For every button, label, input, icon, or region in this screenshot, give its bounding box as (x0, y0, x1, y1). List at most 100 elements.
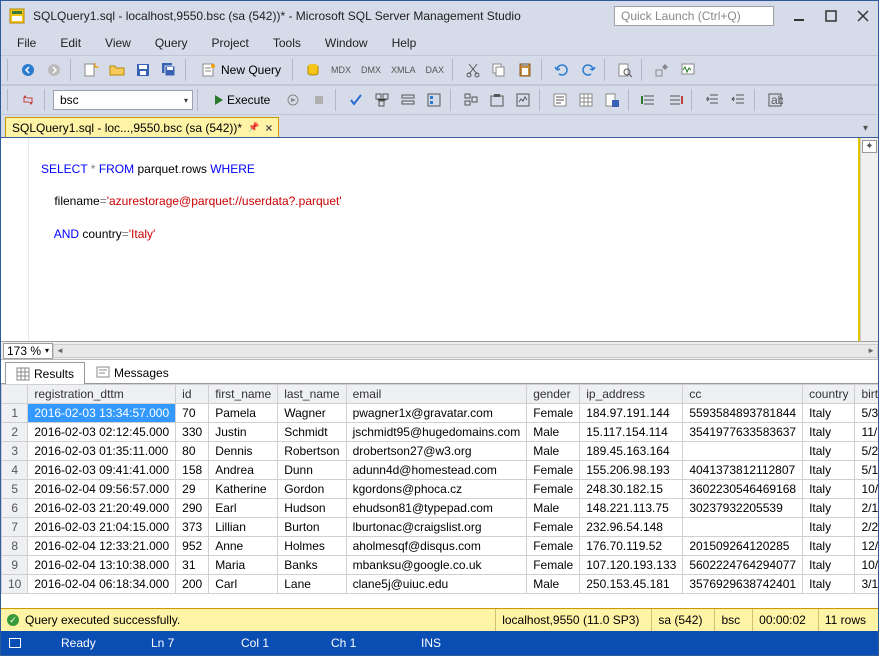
include-client-stats-button[interactable] (511, 89, 535, 111)
grid-cell[interactable]: 10/1 (855, 480, 878, 499)
results-to-grid-button[interactable] (574, 89, 598, 111)
grid-cell[interactable]: 29 (176, 480, 209, 499)
grid-cell[interactable]: Female (527, 556, 580, 575)
col-header[interactable]: cc (683, 385, 803, 404)
table-row[interactable]: 102016-02-04 06:18:34.000200CarlLaneclan… (2, 575, 879, 594)
grid-cell[interactable]: 250.153.45.181 (580, 575, 683, 594)
grid-cell[interactable]: Carl (209, 575, 278, 594)
grid-cell[interactable]: 2016-02-04 09:56:57.000 (28, 480, 176, 499)
col-header[interactable]: birthd (855, 385, 878, 404)
table-row[interactable]: 12016-02-03 13:34:57.00070PamelaWagnerpw… (2, 404, 879, 423)
grid-cell[interactable]: Gordon (278, 480, 346, 499)
debug-button[interactable] (281, 89, 305, 111)
parse-button[interactable] (344, 89, 368, 111)
grid-cell[interactable]: 2016-02-03 21:20:49.000 (28, 499, 176, 518)
messages-tab[interactable]: Messages (85, 361, 180, 383)
grid-cell[interactable]: Female (527, 404, 580, 423)
grid-cell[interactable]: 2/24 (855, 518, 878, 537)
outdent-button[interactable] (726, 89, 750, 111)
grid-cell[interactable]: ehudson81@typepad.com (346, 499, 527, 518)
grid-cell[interactable]: 80 (176, 442, 209, 461)
grid-cell[interactable]: Andrea (209, 461, 278, 480)
grid-cell[interactable]: 3602230546469168 (683, 480, 803, 499)
grid-cell[interactable]: Female (527, 518, 580, 537)
new-item-button[interactable] (79, 59, 103, 81)
grid-cell[interactable]: Hudson (278, 499, 346, 518)
grid-cell[interactable]: 11/1 (855, 423, 878, 442)
copy-button[interactable] (487, 59, 511, 81)
activity-monitor-button[interactable] (676, 59, 700, 81)
grid-cell[interactable]: 176.70.119.52 (580, 537, 683, 556)
row-header[interactable]: 1 (2, 404, 28, 423)
grid-cell[interactable]: 2016-02-04 13:10:38.000 (28, 556, 176, 575)
grid-cell[interactable]: clane5j@uiuc.edu (346, 575, 527, 594)
table-row[interactable]: 42016-02-03 09:41:41.000158AndreaDunnadu… (2, 461, 879, 480)
grid-cell[interactable]: 248.30.182.15 (580, 480, 683, 499)
database-combo[interactable]: bsc▾ (53, 90, 193, 110)
results-grid[interactable]: registration_dttmidfirst_namelast_nameem… (1, 384, 878, 594)
menu-query[interactable]: Query (145, 33, 198, 53)
back-button[interactable] (16, 59, 40, 81)
col-header[interactable]: email (346, 385, 527, 404)
grid-cell[interactable]: 2016-02-03 01:35:11.000 (28, 442, 176, 461)
tab-close-button[interactable]: × (265, 121, 272, 135)
maximize-button[interactable] (824, 9, 838, 23)
results-to-file-button[interactable] (600, 89, 624, 111)
col-header[interactable]: registration_dttm (28, 385, 176, 404)
pin-icon[interactable]: 📌 (248, 122, 259, 133)
results-grid-wrap[interactable]: registration_dttmidfirst_namelast_nameem… (1, 384, 878, 608)
grid-cell[interactable]: Lillian (209, 518, 278, 537)
table-row[interactable]: 22016-02-03 02:12:45.000330JustinSchmidt… (2, 423, 879, 442)
new-query-button[interactable]: New Query (194, 59, 288, 81)
grid-cell[interactable]: Justin (209, 423, 278, 442)
results-tab[interactable]: Results (5, 362, 85, 384)
mdx-query-button[interactable]: MDX (327, 59, 355, 81)
document-tab[interactable]: SQLQuery1.sql - loc...,9550.bsc (sa (542… (5, 117, 279, 137)
grid-cell[interactable]: Italy (803, 480, 855, 499)
col-header[interactable]: country (803, 385, 855, 404)
grid-cell[interactable]: mbanksu@google.co.uk (346, 556, 527, 575)
execute-button[interactable]: Execute (206, 89, 279, 111)
grid-cell[interactable]: Anne (209, 537, 278, 556)
grid-cell[interactable]: 2016-02-03 13:34:57.000 (28, 404, 176, 423)
grid-cell[interactable]: Female (527, 480, 580, 499)
grid-cell[interactable]: Male (527, 499, 580, 518)
grid-cell[interactable]: Pamela (209, 404, 278, 423)
indent-button[interactable] (700, 89, 724, 111)
grid-cell[interactable]: 5/17 (855, 461, 878, 480)
menu-project[interactable]: Project (202, 33, 259, 53)
horizontal-scrollbar[interactable] (53, 344, 878, 358)
grid-cell[interactable]: 189.45.163.164 (580, 442, 683, 461)
grid-cell[interactable]: 4041373812112807 (683, 461, 803, 480)
uncomment-button[interactable] (663, 89, 687, 111)
grid-cell[interactable]: 290 (176, 499, 209, 518)
grid-cell[interactable]: 184.97.191.144 (580, 404, 683, 423)
table-row[interactable]: 72016-02-03 21:04:15.000373LillianBurton… (2, 518, 879, 537)
comment-button[interactable] (637, 89, 661, 111)
cancel-query-button[interactable] (307, 89, 331, 111)
grid-cell[interactable]: Italy (803, 537, 855, 556)
grid-cell[interactable]: 5593584893781844 (683, 404, 803, 423)
results-to-text-button[interactable] (548, 89, 572, 111)
grid-cell[interactable]: Katherine (209, 480, 278, 499)
grid-cell[interactable]: Holmes (278, 537, 346, 556)
grid-cell[interactable]: 3541977633583637 (683, 423, 803, 442)
table-row[interactable]: 32016-02-03 01:35:11.00080DennisRobertso… (2, 442, 879, 461)
grid-cell[interactable]: 158 (176, 461, 209, 480)
xmla-query-button[interactable]: XMLA (387, 59, 420, 81)
menu-help[interactable]: Help (382, 33, 427, 53)
grid-cell[interactable] (683, 442, 803, 461)
open-button[interactable] (105, 59, 129, 81)
row-header[interactable]: 2 (2, 423, 28, 442)
menu-window[interactable]: Window (315, 33, 378, 53)
row-header[interactable]: 9 (2, 556, 28, 575)
grid-cell[interactable]: 5602224764294077 (683, 556, 803, 575)
grid-cell[interactable]: jschmidt95@hugedomains.com (346, 423, 527, 442)
grid-cell[interactable]: kgordons@phoca.cz (346, 480, 527, 499)
table-row[interactable]: 62016-02-03 21:20:49.000290EarlHudsonehu… (2, 499, 879, 518)
col-header[interactable]: id (176, 385, 209, 404)
grid-cell[interactable]: drobertson27@w3.org (346, 442, 527, 461)
tab-overflow-button[interactable]: ▾ (857, 120, 874, 137)
grid-cell[interactable]: 2016-02-03 21:04:15.000 (28, 518, 176, 537)
properties-button[interactable] (650, 59, 674, 81)
